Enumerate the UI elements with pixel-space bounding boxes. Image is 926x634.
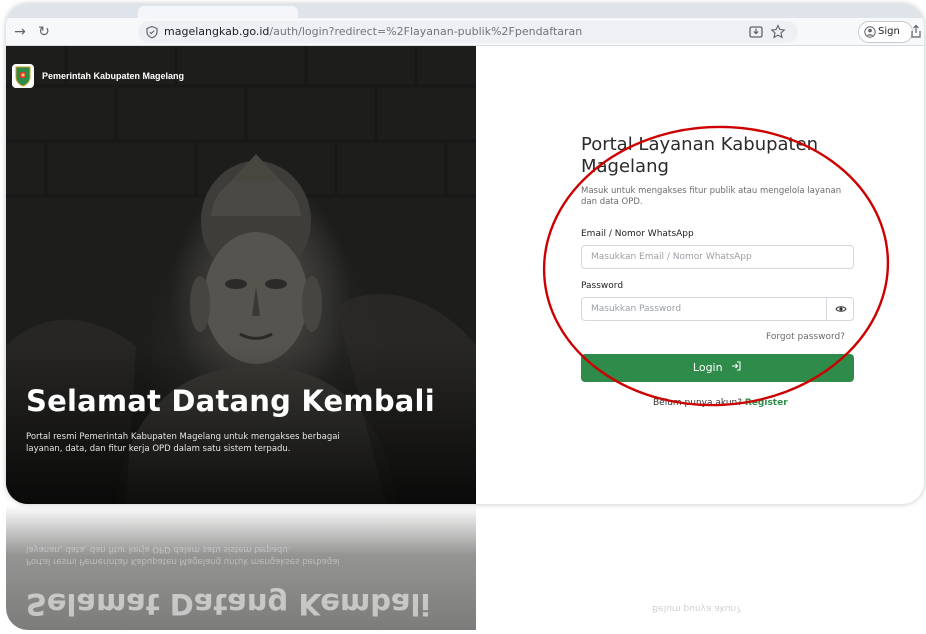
reload-icon[interactable]: ↻ — [34, 22, 54, 42]
reflection-title: Selamat Datang Kembali — [26, 587, 431, 621]
screenshot-reflection: Portal resmi Pemerintah Kabupaten Magela… — [6, 505, 924, 630]
login-arrow-icon — [732, 361, 741, 371]
password-label: Password — [581, 281, 624, 291]
reflection-description: Portal resmi Pemerintah Kabupaten Magela… — [26, 544, 340, 566]
portal-subtitle: Masuk untuk mengakses fitur publik atau … — [581, 186, 842, 207]
reflection-hero: Portal resmi Pemerintah Kabupaten Magela… — [6, 505, 476, 630]
browser-tab[interactable] — [138, 6, 298, 18]
password-field[interactable]: Masukkan Password — [581, 297, 854, 321]
tab-strip — [6, 4, 924, 18]
install-icon[interactable] — [746, 22, 766, 42]
login-button-label: Login — [692, 361, 723, 374]
share-icon[interactable] — [906, 22, 924, 42]
sign-in-button[interactable]: Sign in — [858, 21, 913, 57]
email-label: Email / Nomor WhatsApp — [581, 229, 694, 239]
address-bar: → ↻ magelangkab.go.id/auth/login?redirec… — [6, 18, 924, 57]
brand-name: Pemerintah Kabupaten Magelang — [42, 71, 185, 81]
url-path: /auth/login?redirect=%2Flayanan-publik%2… — [269, 25, 583, 38]
screenshot-frame: → ↻ magelangkab.go.id/auth/login?redirec… — [6, 4, 924, 504]
login-button[interactable]: Login — [581, 354, 854, 382]
register-link[interactable]: Register — [745, 398, 788, 408]
register-prompt: Belum punya akun? Register — [653, 398, 788, 408]
regency-logo[interactable] — [12, 64, 34, 88]
login-panel: Portal Layanan Kabupaten Magelang Masuk … — [476, 46, 924, 504]
reflection-register: Belum punya akun? — [652, 603, 742, 613]
regency-crest-icon — [15, 66, 31, 87]
url-host: magelangkab.go.id — [164, 25, 270, 38]
hero-title: Selamat Datang Kembali — [26, 384, 435, 418]
hero-panel: Pemerintah Kabupaten Magelang Selamat Da… — [6, 46, 476, 504]
forgot-password-link[interactable]: Forgot password? — [766, 332, 845, 342]
hero-description: Portal resmi Pemerintah Kabupaten Magela… — [26, 432, 340, 454]
url-field[interactable]: magelangkab.go.id/auth/login?redirect=%2… — [138, 21, 798, 43]
account-icon — [864, 26, 876, 38]
email-field[interactable]: Masukkan Email / Nomor WhatsApp — [581, 245, 854, 269]
page-content: Pemerintah Kabupaten Magelang Selamat Da… — [6, 46, 924, 504]
shield-icon[interactable] — [145, 25, 159, 39]
forward-icon[interactable]: → — [10, 22, 30, 42]
url-text: magelangkab.go.id/auth/login?redirect=%2… — [164, 21, 582, 43]
eye-icon — [835, 306, 847, 312]
register-prompt-text: Belum punya akun? — [653, 398, 743, 408]
star-icon[interactable] — [768, 22, 788, 42]
portal-title: Portal Layanan Kabupaten Magelang — [581, 134, 819, 177]
password-toggle-button[interactable] — [826, 297, 854, 321]
